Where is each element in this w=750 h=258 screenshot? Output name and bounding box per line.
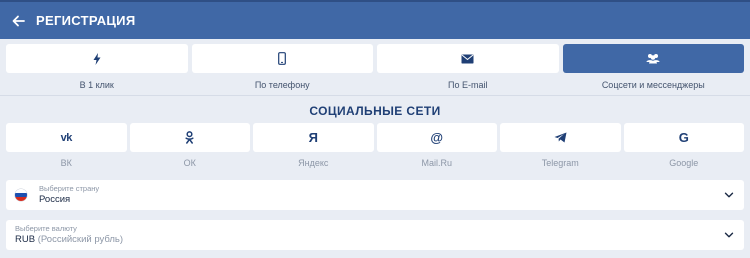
currency-code: RUB xyxy=(15,234,36,245)
method-one-click-label: В 1 клик xyxy=(79,80,114,90)
currency-select-label: Выберите валюту xyxy=(15,224,77,233)
phone-icon xyxy=(278,52,287,65)
social-mailru[interactable]: @ Mail.Ru xyxy=(376,123,497,168)
social-mailru-button[interactable]: @ xyxy=(376,123,497,152)
social-networks: vk ВК ОК Я Яндекс @ Mail.Ru Telegram G G… xyxy=(6,123,744,168)
social-telegram-label: Telegram xyxy=(541,158,579,168)
currency-select-value: RUB (Российский рубль) xyxy=(15,234,123,245)
social-yandex-button[interactable]: Я xyxy=(253,123,374,152)
country-select-label: Выберите страну xyxy=(39,184,100,193)
social-section-title: СОЦИАЛЬНЫЕ СЕТИ xyxy=(309,104,441,118)
social-telegram-button[interactable] xyxy=(500,123,621,152)
country-select-value: Россия xyxy=(39,194,71,205)
back-button[interactable] xyxy=(0,2,36,39)
country-select[interactable]: Выберите страну Россия xyxy=(6,180,744,210)
registration-methods: В 1 клик По телефону По E-mail Соцсети и… xyxy=(6,44,744,90)
divider xyxy=(0,95,750,96)
method-phone-button[interactable] xyxy=(191,44,373,73)
method-phone[interactable]: По телефону xyxy=(191,44,373,90)
yandex-icon: Я xyxy=(308,130,318,145)
social-vk-button[interactable]: vk xyxy=(6,123,127,152)
method-social[interactable]: Соцсети и мессенджеры xyxy=(562,44,744,90)
social-ok[interactable]: ОК xyxy=(129,123,250,168)
social-yandex[interactable]: Я Яндекс xyxy=(253,123,374,168)
social-vk[interactable]: vk ВК xyxy=(6,123,127,168)
header-bar: РЕГИСТРАЦИЯ xyxy=(0,0,750,39)
method-one-click[interactable]: В 1 клик xyxy=(6,44,188,90)
social-google[interactable]: G Google xyxy=(623,123,744,168)
page-title: РЕГИСТРАЦИЯ xyxy=(36,13,136,28)
method-one-click-button[interactable] xyxy=(6,44,188,73)
arrow-left-icon xyxy=(12,15,25,26)
method-social-button[interactable] xyxy=(562,44,744,73)
method-social-label: Соцсети и мессенджеры xyxy=(601,80,705,90)
method-phone-label: По телефону xyxy=(254,80,310,90)
social-google-label: Google xyxy=(669,158,699,168)
chevron-down-icon xyxy=(724,192,734,198)
telegram-icon xyxy=(554,132,567,143)
mailru-icon: @ xyxy=(430,130,444,145)
lightning-icon xyxy=(93,52,101,65)
google-icon: G xyxy=(678,130,689,145)
method-email-button[interactable] xyxy=(377,44,559,73)
social-vk-label: ВК xyxy=(60,158,72,168)
currency-select[interactable]: Выберите валюту RUB (Российский рубль) xyxy=(6,220,744,250)
currency-name: (Российский рубль) xyxy=(37,234,124,245)
social-telegram[interactable]: Telegram xyxy=(500,123,621,168)
social-ok-label: ОК xyxy=(183,158,196,168)
odnoklassniki-icon xyxy=(185,131,194,144)
social-yandex-label: Яндекс xyxy=(298,158,329,168)
envelope-icon xyxy=(461,54,474,63)
vk-icon: vk xyxy=(60,131,73,144)
social-google-button[interactable]: G xyxy=(623,123,744,152)
social-ok-button[interactable] xyxy=(129,123,250,152)
chevron-down-icon xyxy=(724,232,734,238)
method-email-label: По E-mail xyxy=(448,80,488,90)
method-email[interactable]: По E-mail xyxy=(377,44,559,90)
russia-flag-icon xyxy=(15,189,27,201)
social-mailru-label: Mail.Ru xyxy=(421,158,452,168)
users-icon xyxy=(646,54,660,64)
